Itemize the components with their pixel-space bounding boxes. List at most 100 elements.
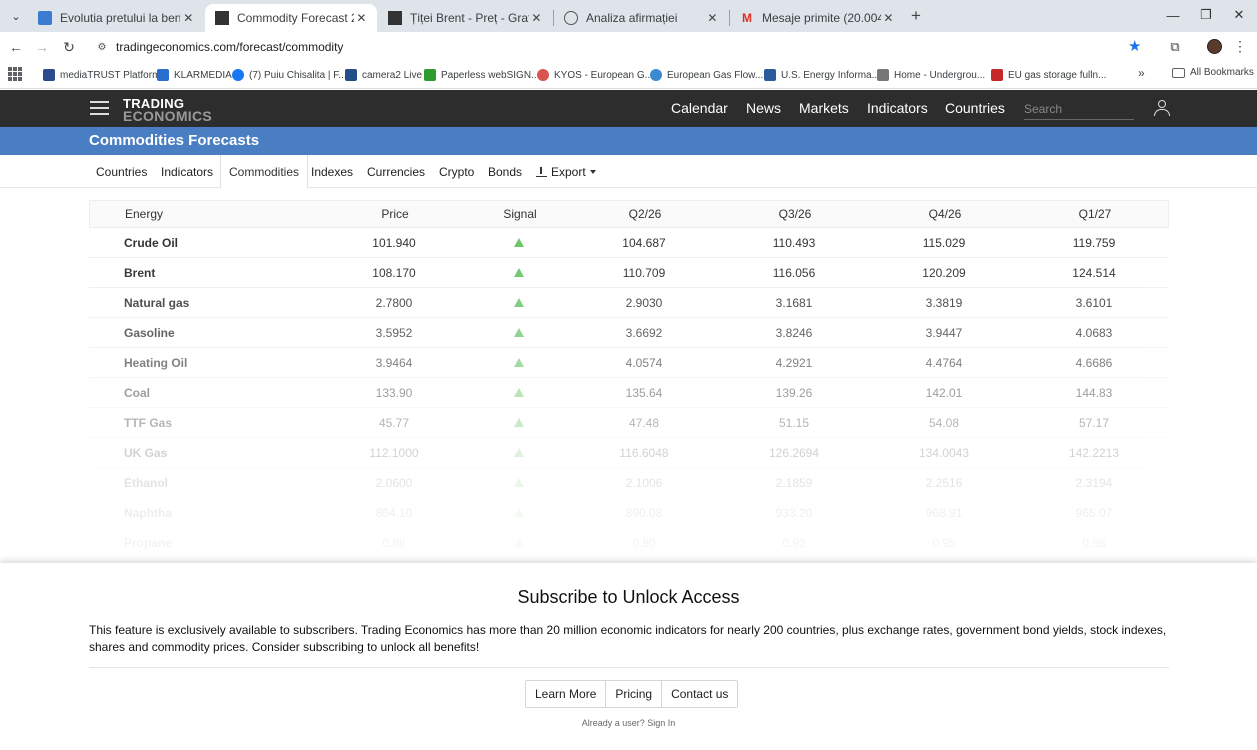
browser-tab-active[interactable]: Commodity Forecast 2026/2027 ✕: [205, 4, 377, 32]
close-tab-icon[interactable]: ✕: [180, 11, 196, 25]
subnav-bonds[interactable]: Bonds: [480, 155, 530, 188]
commodity-name[interactable]: TTF Gas: [124, 408, 172, 437]
sub-navigation: Countries Indicators Commodities Indexes…: [0, 155, 1257, 188]
search-input[interactable]: [1024, 98, 1134, 119]
learn-more-button[interactable]: Learn More: [526, 681, 607, 707]
browser-menu-icon[interactable]: ⋮: [1233, 37, 1247, 55]
logo-line-2: ECONOMICS: [123, 108, 213, 124]
bookmark-item[interactable]: KYOS - European G...: [537, 67, 653, 83]
browser-tab[interactable]: M Mesaje primite (20.004) - codes ✕: [730, 4, 904, 32]
bookmark-item[interactable]: U.S. Energy Informa...: [764, 67, 880, 83]
table-row[interactable]: Naphtha 864.10 890.08 933.20 968.91 965.07: [89, 498, 1169, 528]
browser-tab[interactable]: Țiței Brent - Preț - Grafic - Date ✕: [378, 4, 552, 32]
nav-calendar[interactable]: Calendar: [671, 100, 728, 116]
commodity-name[interactable]: Natural gas: [124, 288, 189, 317]
column-header-q1[interactable]: Q1/27: [1030, 201, 1160, 227]
url-text[interactable]: tradingeconomics.com/forecast/commodity: [116, 40, 343, 54]
table-row[interactable]: Gasoline 3.5952 3.6692 3.8246 3.9447 4.0683: [89, 318, 1169, 348]
close-window-icon[interactable]: ✕: [1229, 5, 1249, 25]
column-header-q3[interactable]: Q3/26: [730, 201, 860, 227]
nav-news[interactable]: News: [746, 100, 781, 116]
browser-tab[interactable]: Analiza afirmației ✕: [554, 4, 728, 32]
column-header-price[interactable]: Price: [330, 201, 460, 227]
restore-icon[interactable]: ❐: [1196, 5, 1216, 25]
column-header-q2[interactable]: Q2/26: [580, 201, 710, 227]
close-tab-icon[interactable]: ✕: [529, 11, 544, 25]
commodity-name[interactable]: Propane: [124, 528, 172, 557]
table-row[interactable]: Propane 0.88 0.90 0.93 0.95 0.98: [89, 528, 1169, 558]
bookmark-item[interactable]: mediaTRUST Platform: [43, 67, 160, 83]
site-info-icon[interactable]: ⚙: [94, 39, 110, 55]
contact-us-button[interactable]: Contact us: [662, 681, 738, 707]
minimize-icon[interactable]: —: [1163, 5, 1183, 25]
table-row[interactable]: Ethanol 2.0600 2.1006 2.1859 2.2516 2.3194: [89, 468, 1169, 498]
hamburger-menu-icon[interactable]: [90, 101, 109, 115]
table-row[interactable]: Heating Oil 3.9464 4.0574 4.2921 4.4764 4.668…: [89, 348, 1169, 378]
commodity-name[interactable]: Naphtha: [124, 498, 172, 527]
table-row[interactable]: Crude Oil 101.940 104.687 110.493 115.029 119…: [89, 228, 1169, 258]
profile-avatar[interactable]: [1207, 39, 1222, 54]
commodity-name[interactable]: Ethanol: [124, 468, 168, 497]
bookmark-favicon-icon: [764, 69, 776, 81]
forward-arrow-icon[interactable]: →: [32, 37, 52, 57]
bookmark-item[interactable]: Paperless webSIGN...: [424, 67, 539, 83]
column-header-signal[interactable]: Signal: [460, 201, 580, 227]
nav-countries[interactable]: Countries: [945, 100, 1005, 116]
close-tab-icon[interactable]: ✕: [354, 11, 369, 25]
tab-title: Evolutia pretului la benzina si m: [60, 11, 181, 25]
address-bar[interactable]: ⚙ tradingeconomics.com/forecast/commodit…: [88, 35, 1158, 59]
table-row[interactable]: TTF Gas 45.77 47.48 51.15 54.08 57.17: [89, 408, 1169, 438]
column-header-q4[interactable]: Q4/26: [880, 201, 1010, 227]
bookmark-item[interactable]: Home - Undergrou...: [877, 67, 985, 83]
more-bookmarks-chevron-icon[interactable]: »: [1138, 66, 1145, 80]
table-row[interactable]: UK Gas 112.1000 116.6048 126.2694 134.0043 14…: [89, 438, 1169, 468]
subnav-currencies[interactable]: Currencies: [359, 155, 433, 188]
bookmark-label: EU gas storage fulln...: [1008, 69, 1107, 81]
browser-tab[interactable]: Evolutia pretului la benzina si m ✕: [28, 4, 204, 32]
nav-markets[interactable]: Markets: [799, 100, 849, 116]
nav-indicators[interactable]: Indicators: [867, 100, 928, 116]
table-row[interactable]: Coal 133.90 135.64 139.26 142.01 144.83: [89, 378, 1169, 408]
tab-search-chevron-icon[interactable]: ⌄: [6, 6, 26, 26]
price-value: 112.1000: [369, 445, 419, 460]
bookmark-item[interactable]: (7) Puiu Chisalita | F...: [232, 67, 347, 83]
table-row[interactable]: Natural gas 2.7800 2.9030 3.1681 3.3819 3.610…: [89, 288, 1169, 318]
site-logo[interactable]: TRADING ECONOMICS: [123, 97, 213, 124]
export-dropdown[interactable]: Export: [528, 155, 604, 188]
table-row[interactable]: Brent 108.170 110.709 116.056 120.209 124.514: [89, 258, 1169, 288]
back-arrow-icon[interactable]: ←: [6, 37, 26, 57]
extensions-puzzle-icon[interactable]: ⧉: [1166, 38, 1184, 56]
table-header-row: Energy Price Signal Q2/26 Q3/26 Q4/26 Q1…: [89, 200, 1169, 228]
sign-in-link[interactable]: Already a user? Sign In: [0, 718, 1257, 728]
commodity-name[interactable]: Crude Oil: [124, 228, 178, 257]
bookmark-item[interactable]: camera2 Live: [345, 67, 422, 83]
bookmark-item[interactable]: KLARMEDIA: [157, 67, 232, 83]
bookmark-star-icon[interactable]: ★: [1128, 37, 1141, 55]
subnav-countries[interactable]: Countries: [88, 155, 155, 188]
close-tab-icon[interactable]: ✕: [881, 11, 896, 25]
pricing-button[interactable]: Pricing: [606, 681, 663, 707]
bookmark-item[interactable]: EU gas storage fulln...: [991, 67, 1106, 83]
commodity-name[interactable]: UK Gas: [124, 438, 167, 467]
page-title-band: Commodities Forecasts: [0, 127, 1257, 155]
export-label: Export: [551, 164, 586, 179]
column-header-energy[interactable]: Energy: [125, 201, 163, 227]
subnav-indicators[interactable]: Indicators: [153, 155, 221, 188]
subnav-indexes[interactable]: Indexes: [303, 155, 361, 188]
apps-grid-icon[interactable]: [8, 67, 22, 81]
subnav-commodities[interactable]: Commodities: [220, 155, 309, 188]
commodity-name[interactable]: Gasoline: [124, 318, 175, 347]
commodity-name[interactable]: Heating Oil: [124, 348, 187, 377]
all-bookmarks-button[interactable]: All Bookmarks: [1172, 67, 1254, 78]
new-tab-plus-icon[interactable]: +: [906, 6, 926, 26]
subnav-crypto[interactable]: Crypto: [431, 155, 482, 188]
q2-value: 3.6692: [625, 325, 663, 340]
user-account-icon[interactable]: [1154, 100, 1170, 117]
reload-icon[interactable]: ↻: [59, 37, 79, 57]
q1-value: 144.83: [1075, 385, 1113, 400]
close-tab-icon[interactable]: ✕: [705, 11, 720, 25]
commodity-name[interactable]: Coal: [124, 378, 150, 407]
bookmark-favicon-icon: [877, 69, 889, 81]
bookmark-item[interactable]: European Gas Flow...: [650, 67, 763, 83]
commodity-name[interactable]: Brent: [124, 258, 155, 287]
